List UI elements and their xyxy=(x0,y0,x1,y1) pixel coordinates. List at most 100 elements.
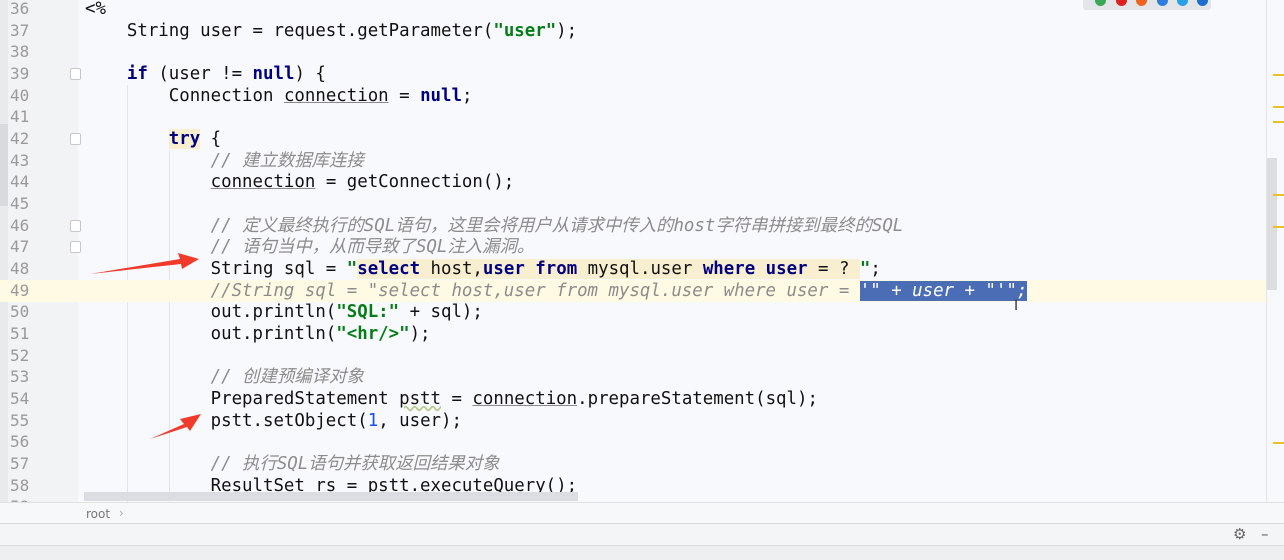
line-number: 47 xyxy=(10,237,30,257)
fold-toggle-icon[interactable] xyxy=(70,219,81,232)
warning-marker[interactable] xyxy=(1273,106,1284,108)
code-token: = getConnection(); xyxy=(315,172,515,193)
code-token: // 建立数据库连接 xyxy=(85,150,364,171)
code-token: mysql.user xyxy=(577,259,703,280)
browser-preview-toolbar xyxy=(1083,0,1211,10)
warning-marker[interactable] xyxy=(1273,226,1284,228)
firefox-icon[interactable] xyxy=(1136,0,1147,6)
line-number: 56 xyxy=(10,432,30,452)
code-line[interactable]: 50 out.println("SQL:" + sql); xyxy=(0,301,1266,323)
code-token: // 语句当中，从而导致了SQL注入漏洞。 xyxy=(85,237,535,258)
ie-icon[interactable] xyxy=(1177,0,1188,6)
line-number: 41 xyxy=(10,107,30,127)
code-editor[interactable]: 36 <% 37 String user = request.getParamete… xyxy=(0,0,1284,502)
code-text: // 创建预编译对象 xyxy=(85,366,364,388)
code-token: ; xyxy=(870,259,881,280)
chrome-icon[interactable] xyxy=(1095,0,1106,6)
code-line[interactable]: 56 xyxy=(0,431,1266,453)
line-number: 40 xyxy=(10,85,30,105)
code-token: try xyxy=(168,129,201,150)
code-line[interactable]: 49 //String sql = "select host,user from… xyxy=(0,279,1266,302)
line-number: 55 xyxy=(10,410,30,430)
code-line[interactable]: 51 out.println("<hr/>"); xyxy=(0,323,1266,345)
code-line[interactable]: 43 // 建立数据库连接 xyxy=(0,150,1266,172)
horizontal-scrollbar-thumb[interactable] xyxy=(84,492,578,501)
code-token: " xyxy=(859,259,871,280)
opera-icon[interactable] xyxy=(1116,0,1127,6)
line-number: 53 xyxy=(10,367,30,387)
code-line[interactable]: 37 String user = request.getParameter("u… xyxy=(0,20,1266,42)
code-token: .prepareStatement(sql); xyxy=(577,389,818,410)
code-token: pstt.setObject( xyxy=(85,410,368,431)
code-line[interactable]: 55 pstt.setObject(1, user); xyxy=(0,410,1266,432)
code-line[interactable]: 41 xyxy=(0,106,1266,128)
code-line[interactable]: 39 if (user != null) { xyxy=(0,63,1266,85)
code-line[interactable]: 42 try { xyxy=(0,128,1266,150)
code-line[interactable]: 48 String sql = "select host,user from m… xyxy=(0,258,1266,280)
line-number: 48 xyxy=(10,259,30,279)
code-token: user xyxy=(482,259,525,280)
code-token: where xyxy=(702,259,756,280)
code-line[interactable]: 40 Connection connection = null; xyxy=(0,85,1266,107)
breadcrumb-item-root[interactable]: root xyxy=(86,507,110,521)
code-text: if (user != null) { xyxy=(85,63,326,85)
code-text: Connection connection = null; xyxy=(85,85,473,107)
code-token: null xyxy=(420,85,462,106)
code-text: // 定义最终执行的SQL语句，这里会将用户从请求中传入的host字符串拼接到最… xyxy=(85,215,904,237)
warning-marker[interactable] xyxy=(1273,121,1284,123)
code-token: from xyxy=(535,259,578,280)
code-text: <% xyxy=(85,0,106,20)
code-token: host, xyxy=(420,259,483,280)
code-line[interactable]: 46 // 定义最终执行的SQL语句，这里会将用户从请求中传入的host字符串拼… xyxy=(0,215,1266,237)
code-line[interactable]: 54 PreparedStatement pstt = connection.p… xyxy=(0,388,1266,410)
code-token: out.println( xyxy=(85,302,337,323)
line-number: 39 xyxy=(10,64,30,83)
code-token: (user != xyxy=(147,64,253,84)
code-token: if xyxy=(126,64,148,84)
minimize-button[interactable]: – xyxy=(1261,525,1269,543)
code-text: //String sql = "select host,user from my… xyxy=(85,280,1028,302)
code-token: // 创建预编译对象 xyxy=(85,367,364,388)
code-token: // 执行SQL语句并获取返回结果对象 xyxy=(85,454,500,475)
code-line[interactable]: 45 xyxy=(0,193,1266,215)
code-line[interactable]: 36 <% xyxy=(0,0,1266,20)
warning-marker[interactable] xyxy=(1273,74,1284,76)
line-number: 37 xyxy=(10,20,30,40)
code-token: ); xyxy=(556,20,578,41)
code-token: <% xyxy=(85,0,106,19)
code-token: = xyxy=(388,85,421,106)
code-text: String sql = "select host,user from mysq… xyxy=(85,258,881,280)
code-token: = xyxy=(441,389,473,410)
code-line[interactable]: 52 xyxy=(0,345,1266,367)
fold-toggle-icon[interactable] xyxy=(70,133,81,146)
code-token: { xyxy=(200,129,222,150)
edge-icon[interactable] xyxy=(1197,0,1208,6)
code-line[interactable]: 53 // 创建预编译对象 xyxy=(0,366,1266,388)
code-line[interactable]: 38 xyxy=(0,41,1266,63)
line-number: 51 xyxy=(10,324,30,344)
code-line[interactable]: 44 connection = getConnection(); xyxy=(0,171,1266,193)
code-token: //String sql = "select host,user from my… xyxy=(85,280,860,301)
gear-icon[interactable]: ⚙ xyxy=(1233,525,1246,543)
line-number: 49 xyxy=(10,280,30,300)
code-text: pstt.setObject(1, user); xyxy=(85,410,462,432)
code-text: try { xyxy=(85,128,221,150)
warning-marker[interactable] xyxy=(1273,194,1284,196)
code-token: "user" xyxy=(493,20,557,41)
code-token: ; xyxy=(461,85,473,106)
vertical-scrollbar-thumb[interactable] xyxy=(1267,158,1277,290)
code-text: String user = request.getParameter("user… xyxy=(85,20,577,42)
fold-toggle-icon[interactable] xyxy=(70,68,81,80)
breadcrumb-separator: › xyxy=(119,506,124,520)
line-number: 36 xyxy=(10,0,30,18)
code-text: // 语句当中，从而导致了SQL注入漏洞。 xyxy=(85,236,535,258)
code-line[interactable]: 47 // 语句当中，从而导致了SQL注入漏洞。 xyxy=(0,236,1266,258)
selected-text: '" + user + "'"; xyxy=(859,280,1028,301)
code-token: , user); xyxy=(378,410,462,431)
fold-toggle-icon[interactable] xyxy=(70,241,81,254)
code-line[interactable]: 57 // 执行SQL语句并获取返回结果对象 xyxy=(0,453,1266,475)
safari-icon[interactable] xyxy=(1157,0,1168,6)
warning-marker[interactable] xyxy=(1273,442,1284,444)
